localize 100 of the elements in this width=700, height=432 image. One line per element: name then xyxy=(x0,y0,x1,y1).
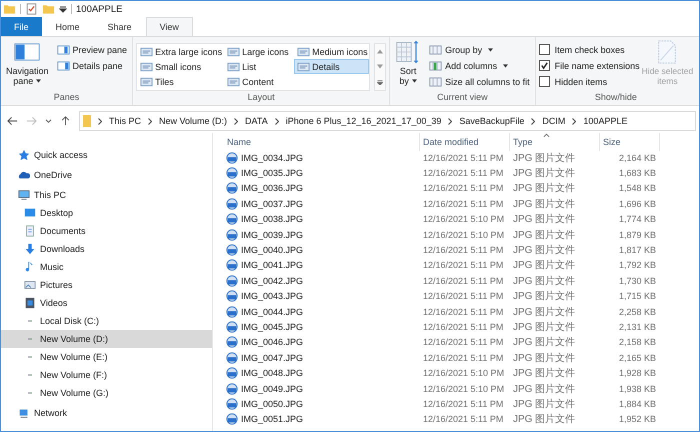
navigation-item[interactable]: Network xyxy=(1,404,212,422)
file-row[interactable]: IMG_0047.JPG 12/16/2021 5:11 PM JPG 图片文件 2,165 KB xyxy=(224,350,699,366)
layout-option[interactable]: Details xyxy=(294,59,370,74)
file-row[interactable]: IMG_0043.JPG 12/16/2021 5:11 PM JPG 图片文件 1,715 KB xyxy=(224,288,699,304)
breadcrumb-item[interactable]: 100APPLE xyxy=(583,116,628,126)
image-file-icon xyxy=(226,336,238,348)
view-command-button[interactable]: Add columns xyxy=(427,58,532,73)
file-row[interactable]: IMG_0044.JPG 12/16/2021 5:11 PM JPG 图片文件 2,258 KB xyxy=(224,304,699,320)
file-row[interactable]: IMG_0037.JPG 12/16/2021 5:11 PM JPG 图片文件 1,696 KB xyxy=(224,196,699,212)
file-row[interactable]: IMG_0039.JPG 12/16/2021 5:10 PM JPG 图片文件 1,879 KB xyxy=(224,226,699,242)
expand-icon[interactable] xyxy=(377,80,384,85)
table-cell-text: 12/16/2021 5:10 PM xyxy=(422,230,506,240)
layout-option[interactable]: Tiles xyxy=(137,74,224,89)
chevron-icon[interactable] xyxy=(572,118,576,124)
file-row[interactable]: IMG_0048.JPG 12/16/2021 5:10 PM JPG 图片文件 1,928 KB xyxy=(224,365,699,381)
column-header[interactable]: Size xyxy=(600,132,660,150)
file-row[interactable]: IMG_0038.JPG 12/16/2021 5:10 PM JPG 图片文件 1,774 KB xyxy=(224,212,699,227)
file-row[interactable]: IMG_0042.JPG 12/16/2021 5:11 PM JPG 图片文件 1,730 KB xyxy=(224,273,699,289)
file-row[interactable]: IMG_0045.JPG 12/16/2021 5:11 PM JPG 图片文件 2,131 KB xyxy=(224,319,699,335)
navigation-item[interactable]: New Volume (D:) xyxy=(1,330,212,348)
navigation-item[interactable]: This PC xyxy=(1,186,212,204)
chevron-icon[interactable] xyxy=(98,118,102,124)
column-header[interactable]: Name xyxy=(224,132,420,150)
checkbox[interactable] xyxy=(538,44,550,55)
file-row[interactable]: IMG_0034.JPG 12/16/2021 5:11 PM JPG 图片文件 2,164 KB xyxy=(224,150,699,166)
navigation-item[interactable]: Pictures xyxy=(1,276,212,294)
checkbox-option[interactable]: Item check boxes xyxy=(538,42,640,57)
chevron-icon[interactable] xyxy=(531,118,536,124)
layout-option[interactable]: Large icons xyxy=(224,44,294,59)
navigation-item[interactable]: Quick access xyxy=(1,146,212,164)
pane-button[interactable]: Details pane xyxy=(54,58,130,73)
file-row[interactable]: IMG_0049.JPG 12/16/2021 5:10 PM JPG 图片文件 1,938 KB xyxy=(224,380,699,396)
table-cell-text: 12/16/2021 5:10 PM xyxy=(422,214,506,224)
navigation-item[interactable]: New Volume (F:) xyxy=(1,366,212,384)
file-row[interactable]: IMG_0041.JPG 12/16/2021 5:11 PM JPG 图片文件 1,792 KB xyxy=(224,258,699,274)
table-cell-text: 1,774 KB xyxy=(618,214,657,224)
group-label: Layout xyxy=(246,92,276,104)
layout-option[interactable]: Medium icons xyxy=(294,44,370,59)
table-cell-text: 1,938 KB xyxy=(618,384,657,394)
navigation-item[interactable]: Documents xyxy=(1,222,212,240)
view-command-button[interactable]: Group by xyxy=(427,42,532,57)
navigation-item[interactable]: Downloads xyxy=(1,240,212,258)
breadcrumb-item[interactable]: DCIM xyxy=(542,116,566,126)
file-row[interactable]: IMG_0046.JPG 12/16/2021 5:11 PM JPG 图片文件 2,158 KB xyxy=(224,334,699,350)
table-cell-text: 1,952 KB xyxy=(618,414,657,424)
ribbon-tab[interactable]: Home xyxy=(42,17,94,36)
layout-option[interactable]: Small icons xyxy=(137,59,224,74)
dropdown-icon[interactable] xyxy=(59,5,67,13)
table-cell-text: 12/16/2021 5:11 PM xyxy=(422,291,504,302)
ribbon-tab[interactable]: View xyxy=(146,17,193,36)
scroll-down-icon[interactable] xyxy=(377,64,384,70)
file-row[interactable]: IMG_0050.JPG 12/16/2021 5:11 PM JPG 图片文件 1,884 KB xyxy=(224,396,699,412)
chevron-icon[interactable] xyxy=(234,118,238,124)
checkbox[interactable] xyxy=(538,76,550,87)
file-tab[interactable]: File xyxy=(1,17,42,36)
ribbon-tab[interactable]: Share xyxy=(94,17,146,36)
chevron-icon[interactable] xyxy=(274,118,279,124)
file-row[interactable]: IMG_0035.JPG 12/16/2021 5:11 PM JPG 图片文件 1,683 KB xyxy=(224,165,699,181)
table-cell-text: JPG 图片文件 xyxy=(512,152,576,165)
file-name: IMG_0045.JPG xyxy=(241,322,304,332)
sort-by-button[interactable]: Sort by xyxy=(393,40,424,92)
checkbox[interactable] xyxy=(538,60,550,71)
layout-option[interactable]: Extra large icons xyxy=(137,44,224,59)
layout-option[interactable]: List xyxy=(224,59,294,74)
chevron-down-icon[interactable] xyxy=(45,118,52,124)
chevron-icon[interactable] xyxy=(448,118,452,124)
breadcrumb-item[interactable]: iPhone 6 Plus_12_16_2021_17_00_39 xyxy=(286,116,442,126)
column-header[interactable]: Type xyxy=(510,132,600,150)
checkbox-option[interactable]: File name extensions xyxy=(538,58,640,73)
table-cell-text: JPG 图片文件 xyxy=(512,244,576,258)
file-row[interactable]: IMG_0040.JPG 12/16/2021 5:11 PM JPG 图片文件 1,817 KB xyxy=(224,242,699,258)
navigation-item[interactable]: Music xyxy=(1,258,212,276)
breadcrumb-item[interactable]: This PC xyxy=(109,116,142,126)
view-command-button[interactable]: Size all columns to fit xyxy=(427,74,532,89)
checklist-icon[interactable] xyxy=(25,3,38,15)
navigation-item[interactable]: New Volume (E:) xyxy=(1,348,212,366)
layout-option[interactable]: Content xyxy=(224,74,294,89)
breadcrumb-item[interactable]: DATA xyxy=(245,116,268,126)
address-bar[interactable]: This PC New Volume (D:) DATA iPhone 6 Plus_12_16_2021_17_00_39 SaveBackupFile DCIM 100APPLE xyxy=(79,111,696,131)
chevron-icon[interactable] xyxy=(148,118,152,124)
file-name: IMG_0038.JPG xyxy=(241,214,304,224)
back-arrow-icon[interactable] xyxy=(7,116,18,126)
gallery-scrollbar[interactable] xyxy=(374,43,386,91)
checkbox-option[interactable]: Hidden items xyxy=(538,74,640,89)
group-label: Panes xyxy=(52,92,80,104)
pane-button[interactable]: Preview pane xyxy=(54,42,130,57)
navigation-item[interactable]: Desktop xyxy=(1,204,212,222)
navigation-item[interactable]: OneDrive xyxy=(1,166,212,184)
breadcrumb-item[interactable]: New Volume (D:) xyxy=(159,116,228,126)
navigation-item[interactable]: Local Disk (C:) xyxy=(1,312,212,330)
file-row[interactable]: IMG_0036.JPG 12/16/2021 5:11 PM JPG 图片文件 1,548 KB xyxy=(224,180,699,196)
file-name: IMG_0042.JPG xyxy=(241,276,304,286)
column-header[interactable]: Date modified xyxy=(420,132,510,150)
navigation-item[interactable]: Videos xyxy=(1,294,212,312)
up-arrow-icon[interactable] xyxy=(60,116,71,126)
scroll-up-icon[interactable] xyxy=(377,49,384,54)
breadcrumb-item[interactable]: SaveBackupFile xyxy=(459,116,524,126)
navigation-item[interactable]: New Volume (G:) xyxy=(1,384,212,402)
navigation-pane-button[interactable]: Navigation pane xyxy=(4,40,51,92)
file-row[interactable]: IMG_0051.JPG 12/16/2021 5:11 PM JPG 图片文件 1,952 KB xyxy=(224,412,699,428)
